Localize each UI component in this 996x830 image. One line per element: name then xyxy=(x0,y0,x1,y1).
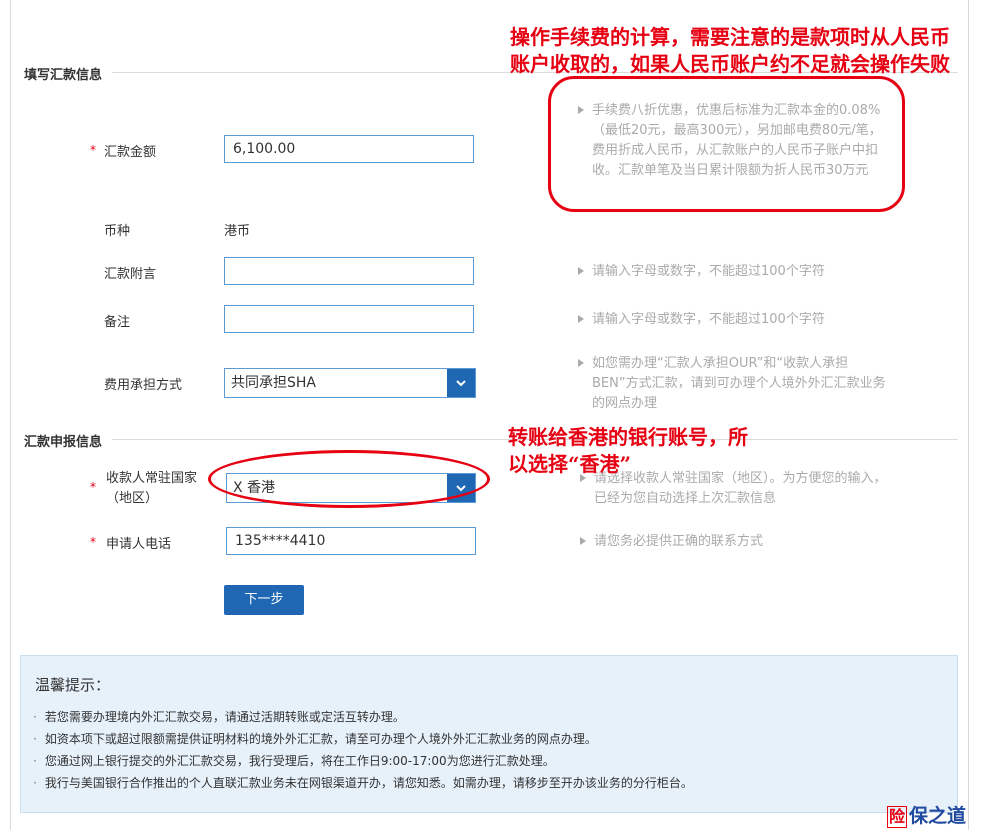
tips-item: · 如资本项下或超过限额需提供证明材料的境外外汇汇款，请至可办理个人境外外汇汇款业… xyxy=(33,732,597,746)
hint-arrow-icon xyxy=(580,537,586,545)
fee-mode-selected: 共同承担SHA xyxy=(231,375,316,391)
required-mark: * xyxy=(90,480,96,494)
remark-label: 备注 xyxy=(104,315,131,330)
left-border xyxy=(10,0,11,830)
remark-input[interactable] xyxy=(224,305,474,333)
tips-item-text: 若您需要办理境内外汇汇款交易，请通过活期转账或定活互转办理。 xyxy=(44,710,405,724)
annotation-country-note: 转账给香港的银行账号，所以选择“香港” xyxy=(508,425,748,476)
amount-label: 汇款金额 xyxy=(104,145,157,160)
tips-item: · 若您需要办理境内外汇汇款交易，请通过活期转账或定活互转办理。 xyxy=(33,710,405,724)
required-mark: * xyxy=(90,143,96,157)
phone-label: 申请人电话 xyxy=(106,537,172,552)
tips-item: · 我行与美国银行合作推出的个人直联汇款业务未在网银渠道开办，请您知悉。如需办理，… xyxy=(33,776,693,790)
hint-arrow-icon xyxy=(578,315,584,323)
hint-arrow-icon xyxy=(578,267,584,275)
hint-arrow-icon xyxy=(578,359,584,367)
remit-note-hint-text: 请输入字母或数字，不能超过100个字符 xyxy=(592,264,825,279)
tips-title: 温馨提示： xyxy=(35,676,111,694)
phone-input[interactable]: 135****4410 xyxy=(226,527,476,555)
remit-note-hint: 请输入字母或数字，不能超过100个字符 xyxy=(578,262,825,282)
remit-note-label: 汇款附言 xyxy=(104,267,157,282)
annotation-ring-country xyxy=(208,450,490,508)
amount-input[interactable]: 6,100.00 xyxy=(224,135,474,163)
remit-note-input[interactable] xyxy=(224,257,474,285)
watermark-text: 保之道 xyxy=(909,805,967,827)
right-border xyxy=(968,0,969,830)
required-mark: * xyxy=(90,535,96,549)
phone-hint-text: 请您务必提供正确的联系方式 xyxy=(594,534,764,549)
fee-mode-hint-text: 如您需办理“汇款人承担OUR”和“收款人承担BEN”方式汇款，请到可办理个人境外… xyxy=(592,356,886,411)
country-label: 收款人常驻国家（地区） xyxy=(106,471,198,506)
annotation-fee-note: 操作手续费的计算，需要注意的是款项时从人民币账户收取的，如果人民币账户约不足就会… xyxy=(510,25,950,76)
remark-hint: 请输入字母或数字，不能超过100个字符 xyxy=(578,310,825,330)
tips-panel: 温馨提示： · 若您需要办理境内外汇汇款交易，请通过活期转账或定活互转办理。 · 如… xyxy=(20,655,958,813)
phone-hint: 请您务必提供正确的联系方式 xyxy=(580,532,764,552)
currency-value: 港币 xyxy=(224,224,251,239)
fee-mode-select[interactable]: 共同承担SHA xyxy=(224,368,476,398)
fee-mode-hint: 如您需办理“汇款人承担OUR”和“收款人承担BEN”方式汇款，请到可办理个人境外… xyxy=(578,354,892,414)
chevron-down-icon[interactable] xyxy=(447,369,475,397)
annotation-ring-fee xyxy=(548,76,905,212)
tips-item-text: 我行与美国银行合作推出的个人直联汇款业务未在网银渠道开办，请您知悉。如需办理，请… xyxy=(44,776,693,790)
currency-label: 币种 xyxy=(104,224,131,239)
tips-item: · 您通过网上银行提交的外汇汇款交易，我行受理后，将在工作日9:00-17:00为… xyxy=(33,754,555,768)
watermark-logo: 险保之道 xyxy=(887,801,966,828)
tips-item-text: 如资本项下或超过限额需提供证明材料的境外外汇汇款，请至可办理个人境外外汇汇款业务… xyxy=(44,732,597,746)
fee-mode-label: 费用承担方式 xyxy=(104,378,183,393)
section-title-declaration-info: 汇款申报信息 xyxy=(24,435,103,450)
tips-item-text: 您通过网上银行提交的外汇汇款交易，我行受理后，将在工作日9:00-17:00为您… xyxy=(44,754,555,768)
section-title-remittance-info: 填写汇款信息 xyxy=(24,68,103,83)
remark-hint-text: 请输入字母或数字，不能超过100个字符 xyxy=(592,312,825,327)
next-button[interactable]: 下一步 xyxy=(224,585,304,615)
watermark-box: 险 xyxy=(887,806,908,828)
